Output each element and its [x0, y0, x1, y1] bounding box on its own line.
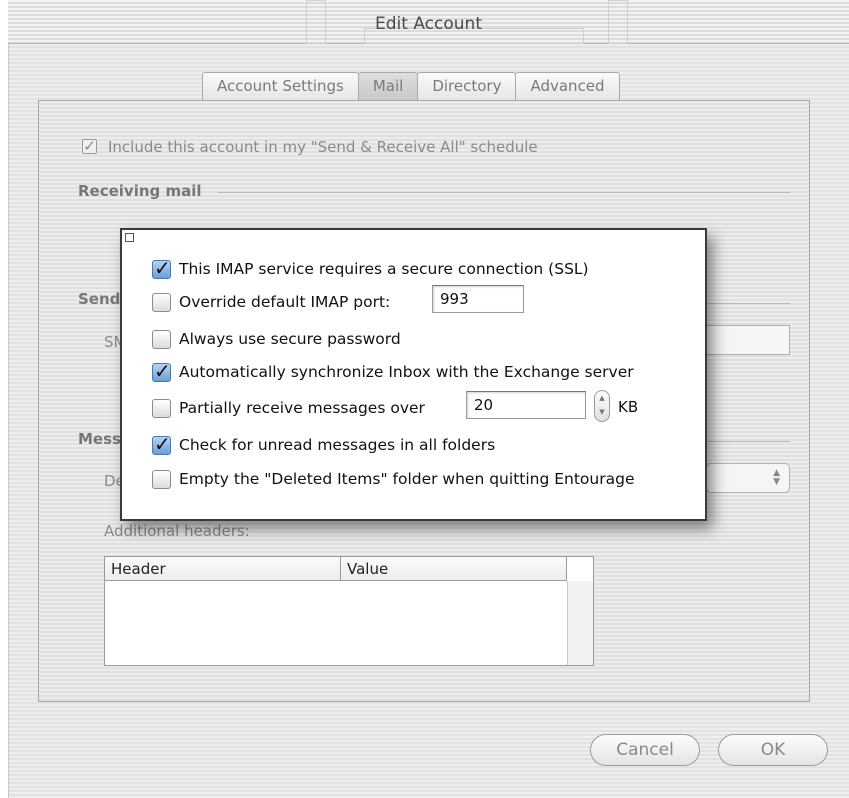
sync-inbox-label: Automatically synchronize Inbox with the…: [179, 363, 634, 381]
checkmark-icon: ✓: [154, 431, 171, 456]
ssl-label: This IMAP service requires a secure conn…: [179, 260, 589, 278]
default-signature-popup[interactable]: ▲ ▼: [706, 463, 790, 493]
tab-advanced[interactable]: Advanced: [515, 72, 620, 100]
partial-size-field[interactable]: 20: [466, 391, 586, 419]
stepper-arrows-icon[interactable]: ▲ ▼: [594, 390, 610, 422]
tab-directory[interactable]: Directory: [417, 72, 517, 100]
unread-all-folders-checkbox[interactable]: ✓: [152, 431, 171, 456]
override-port-checkbox[interactable]: [152, 292, 171, 312]
checkmark-icon: ✓: [154, 358, 171, 383]
ok-button[interactable]: OK: [718, 734, 828, 766]
popup-close-box[interactable]: [125, 233, 134, 242]
window-title: Edit Account: [375, 14, 482, 34]
checkmark-icon: ✓: [83, 137, 96, 155]
include-schedule-checkbox[interactable]: ✓: [82, 139, 97, 154]
option-empty-deleted[interactable]: Empty the "Deleted Items" folder when qu…: [152, 468, 635, 490]
unread-all-folders-label: Check for unread messages in all folders: [179, 436, 496, 454]
smtp-server-field[interactable]: [706, 325, 790, 355]
tab-bar: Account Settings Mail Directory Advanced: [202, 72, 620, 100]
option-override-port[interactable]: Override default IMAP port:: [152, 291, 390, 313]
sync-inbox-checkbox[interactable]: ✓: [152, 358, 171, 383]
secure-password-label: Always use secure password: [179, 330, 401, 348]
override-port-label: Override default IMAP port:: [179, 293, 391, 311]
partial-receive-label: Partially receive messages over: [179, 399, 425, 417]
option-ssl[interactable]: ✓ This IMAP service requires a secure co…: [152, 255, 589, 280]
header-column-header[interactable]: Header: [105, 557, 341, 581]
imap-port-field[interactable]: 993: [432, 285, 524, 313]
imap-options-popup: ✓ This IMAP service requires a secure co…: [120, 228, 707, 521]
option-secure-password[interactable]: Always use secure password: [152, 328, 401, 350]
value-column-header[interactable]: Value: [341, 557, 567, 581]
empty-deleted-checkbox[interactable]: [152, 469, 171, 489]
messages-heading: Mess: [78, 430, 121, 448]
section-divider: [706, 441, 790, 442]
include-schedule-label: Include this account in my "Send & Recei…: [108, 138, 538, 156]
receiving-mail-heading: Receiving mail: [78, 182, 202, 200]
table-scrollbar[interactable]: [567, 581, 593, 665]
option-unread-all-folders[interactable]: ✓ Check for unread messages in all folde…: [152, 431, 496, 456]
section-divider: [218, 192, 790, 193]
secure-password-checkbox[interactable]: [152, 329, 171, 349]
option-partial-receive[interactable]: Partially receive messages over: [152, 397, 425, 419]
popup-arrows-icon: ▲ ▼: [773, 468, 780, 487]
option-sync-inbox[interactable]: ✓ Automatically synchronize Inbox with t…: [152, 358, 634, 383]
cancel-button[interactable]: Cancel: [590, 734, 700, 766]
partial-receive-checkbox[interactable]: [152, 398, 171, 418]
additional-headers-label: Additional headers:: [104, 522, 250, 540]
tab-mail[interactable]: Mail: [357, 72, 419, 100]
headers-table[interactable]: Header Value: [104, 556, 594, 666]
checkmark-icon: ✓: [154, 255, 171, 280]
empty-deleted-label: Empty the "Deleted Items" folder when qu…: [179, 470, 635, 488]
sending-mail-heading: Send: [78, 290, 121, 308]
section-divider: [706, 303, 790, 304]
partial-size-unit: KB: [618, 398, 639, 416]
ssl-checkbox[interactable]: ✓: [152, 255, 171, 280]
tab-account-settings[interactable]: Account Settings: [202, 72, 359, 100]
